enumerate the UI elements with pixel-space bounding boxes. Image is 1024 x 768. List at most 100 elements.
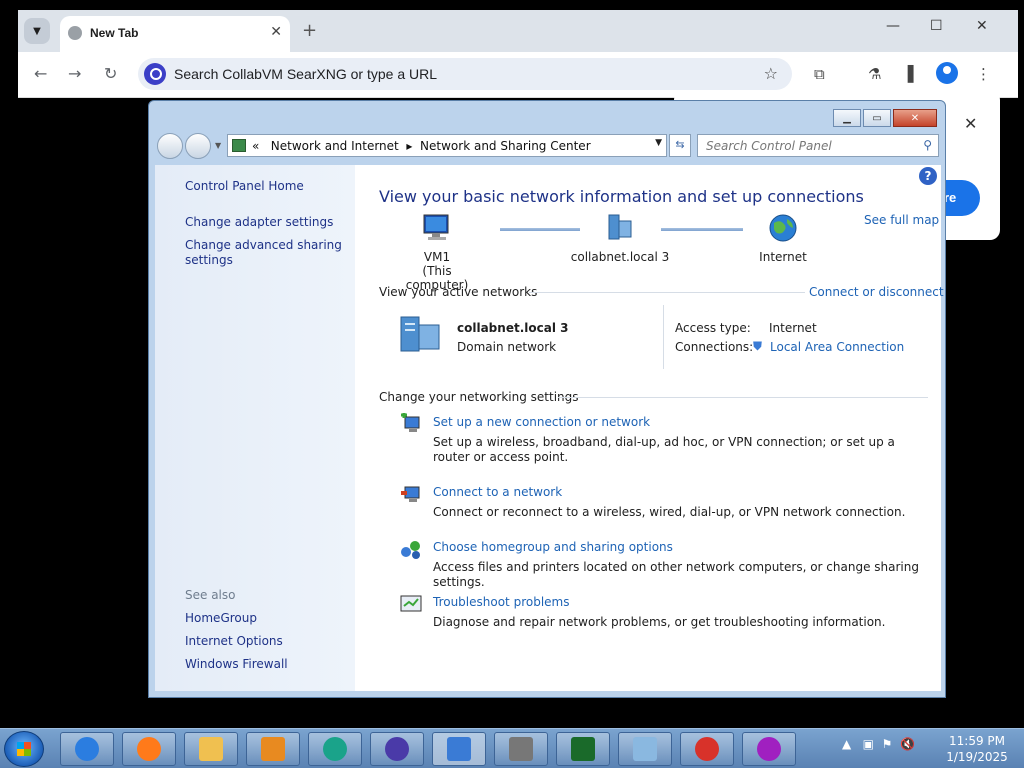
maximize-button[interactable]: ☐: [930, 18, 943, 34]
connect-disconnect-link[interactable]: Connect or disconnect: [809, 285, 944, 299]
app-icon: [323, 737, 347, 761]
reload-icon[interactable]: ↻: [104, 64, 117, 83]
taskbar-task-manager[interactable]: [556, 732, 610, 766]
address-row: ▼ « Network and Internet ▸ Network and S…: [157, 133, 939, 159]
troubleshoot-link[interactable]: Troubleshoot problems: [433, 595, 569, 609]
homegroup-icon: [401, 541, 420, 559]
breadcrumb-network-internet[interactable]: Network and Internet: [271, 139, 399, 153]
globe-icon: [68, 26, 82, 40]
globe-icon: [769, 214, 797, 242]
tab-search-button[interactable]: ▼: [24, 18, 50, 44]
tab-new-tab[interactable]: New Tab ✕: [60, 16, 290, 52]
minimize-button[interactable]: —: [886, 18, 900, 34]
homegroup-link[interactable]: HomeGroup: [185, 611, 257, 625]
access-type-value: Internet: [769, 321, 817, 335]
homegroup-sharing-desc: Access files and printers located on oth…: [433, 560, 919, 589]
network-sharing-center-window: ▁ ▭ ✕ ▼ « Network and Internet ▸ Network…: [148, 100, 946, 698]
map-connector: [661, 228, 743, 231]
homegroup-sharing-link[interactable]: Choose homegroup and sharing options: [433, 540, 673, 554]
access-type-label: Access type:: [675, 321, 751, 335]
clock[interactable]: 11:59 PM 1/19/2025: [942, 733, 1012, 765]
address-bar[interactable]: « Network and Internet ▸ Network and Sha…: [227, 134, 667, 157]
side-panel-icon[interactable]: ▐: [902, 65, 914, 83]
extensions-icon[interactable]: ⧉: [814, 65, 825, 83]
close-button[interactable]: ✕: [976, 18, 988, 34]
internet-options-link[interactable]: Internet Options: [185, 634, 283, 648]
taskbar-app-loop[interactable]: [370, 732, 424, 766]
map-node-label: collabnet.local 3: [570, 250, 670, 264]
connect-network-link[interactable]: Connect to a network: [433, 485, 562, 499]
bookmark-star-icon[interactable]: ☆: [764, 64, 778, 83]
maximize-button[interactable]: ▭: [863, 109, 891, 127]
page-title: View your basic network information and …: [379, 187, 864, 206]
map-node-domain[interactable]: collabnet.local 3: [560, 213, 680, 264]
help-icon[interactable]: ?: [919, 167, 937, 185]
tab-strip: ▼ New Tab ✕ + — ☐ ✕: [18, 10, 1018, 52]
taskbar-error-app[interactable]: [680, 732, 734, 766]
refresh-button[interactable]: ⇆: [669, 134, 691, 157]
local-area-connection-link[interactable]: Local Area Connection: [770, 340, 904, 354]
taskbar-server[interactable]: [494, 732, 548, 766]
forward-button[interactable]: [185, 133, 211, 159]
search-placeholder: Search Control Panel: [706, 139, 832, 153]
change-advanced-sharing-link-cont[interactable]: settings: [185, 253, 233, 267]
popup-close-icon[interactable]: ✕: [964, 114, 977, 133]
taskbar-app-teal[interactable]: [308, 732, 362, 766]
map-node-internet[interactable]: Internet: [743, 213, 823, 264]
change-settings-label: Change your networking settings: [379, 390, 579, 404]
minimize-button[interactable]: ▁: [833, 109, 861, 127]
setup-connection-link[interactable]: Set up a new connection or network: [433, 415, 650, 429]
monitor-icon: [571, 737, 595, 761]
taskbar-ie[interactable]: [60, 732, 114, 766]
start-button[interactable]: [4, 731, 44, 767]
computer-icon: [423, 214, 449, 240]
window-controls: ▁ ▭ ✕: [831, 109, 937, 127]
new-tab-button[interactable]: +: [302, 20, 317, 41]
content-area: Control Panel Home Change adapter settin…: [155, 165, 944, 691]
breadcrumb-chevron[interactable]: «: [252, 139, 259, 153]
omnibox[interactable]: Search CollabVM SearXNG or type a URL ☆: [138, 58, 792, 90]
domain-network-icon: [400, 316, 440, 352]
server-icon: [509, 737, 533, 761]
recent-pages-icon[interactable]: ▼: [215, 141, 221, 150]
see-full-map-link[interactable]: See full map: [864, 213, 939, 227]
change-adapter-settings-link[interactable]: Change adapter settings: [185, 215, 333, 229]
left-pane: Control Panel Home Change adapter settin…: [155, 165, 355, 691]
taskbar-explorer[interactable]: [184, 732, 238, 766]
internet-explorer-icon: [75, 737, 99, 761]
vertical-divider: [663, 305, 664, 369]
labs-icon[interactable]: ⚗: [868, 65, 881, 83]
map-node-label: VM1: [423, 250, 451, 264]
search-icon[interactable]: ⚲: [923, 138, 932, 152]
taskbar: ▲ ▣ ⚑ 🔇 11:59 PM 1/19/2025: [0, 728, 1024, 768]
profile-avatar[interactable]: [936, 62, 958, 84]
map-node-computer[interactable]: VM1 (This computer): [397, 213, 477, 292]
tray-icons[interactable]: ▲ ▣ ⚑ 🔇: [842, 737, 915, 751]
taskbar-notepad[interactable]: [618, 732, 672, 766]
taskbar-app-mask[interactable]: [742, 732, 796, 766]
change-advanced-sharing-link[interactable]: Change advanced sharing: [185, 238, 342, 252]
breadcrumb-network-sharing[interactable]: Network and Sharing Center: [420, 139, 591, 153]
lan-connection-icon: ⛊: [753, 339, 763, 353]
close-button[interactable]: ✕: [893, 109, 937, 127]
main-pane: ? View your basic network information an…: [355, 165, 944, 691]
back-button[interactable]: [157, 133, 183, 159]
forward-icon[interactable]: →: [68, 64, 81, 83]
connections-label: Connections:: [675, 340, 754, 354]
network-name: collabnet.local 3: [457, 321, 569, 335]
tab-close-icon[interactable]: ✕: [270, 24, 282, 40]
media-player-icon: [261, 737, 285, 761]
search-icon: [144, 63, 166, 85]
windows-firewall-link[interactable]: Windows Firewall: [185, 657, 288, 671]
search-input[interactable]: Search Control Panel ⚲: [697, 134, 939, 157]
network-type-link[interactable]: Domain network: [457, 340, 556, 354]
address-dropdown-icon[interactable]: ▼: [655, 138, 662, 148]
taskbar-media-player[interactable]: [246, 732, 300, 766]
tab-title: New Tab: [90, 26, 139, 40]
taskbar-firefox[interactable]: [122, 732, 176, 766]
firefox-icon: [137, 737, 161, 761]
control-panel-home-link[interactable]: Control Panel Home: [185, 179, 304, 193]
taskbar-control-panel[interactable]: [432, 732, 486, 766]
back-icon[interactable]: ←: [34, 64, 47, 83]
menu-icon[interactable]: ⋮: [976, 65, 991, 83]
